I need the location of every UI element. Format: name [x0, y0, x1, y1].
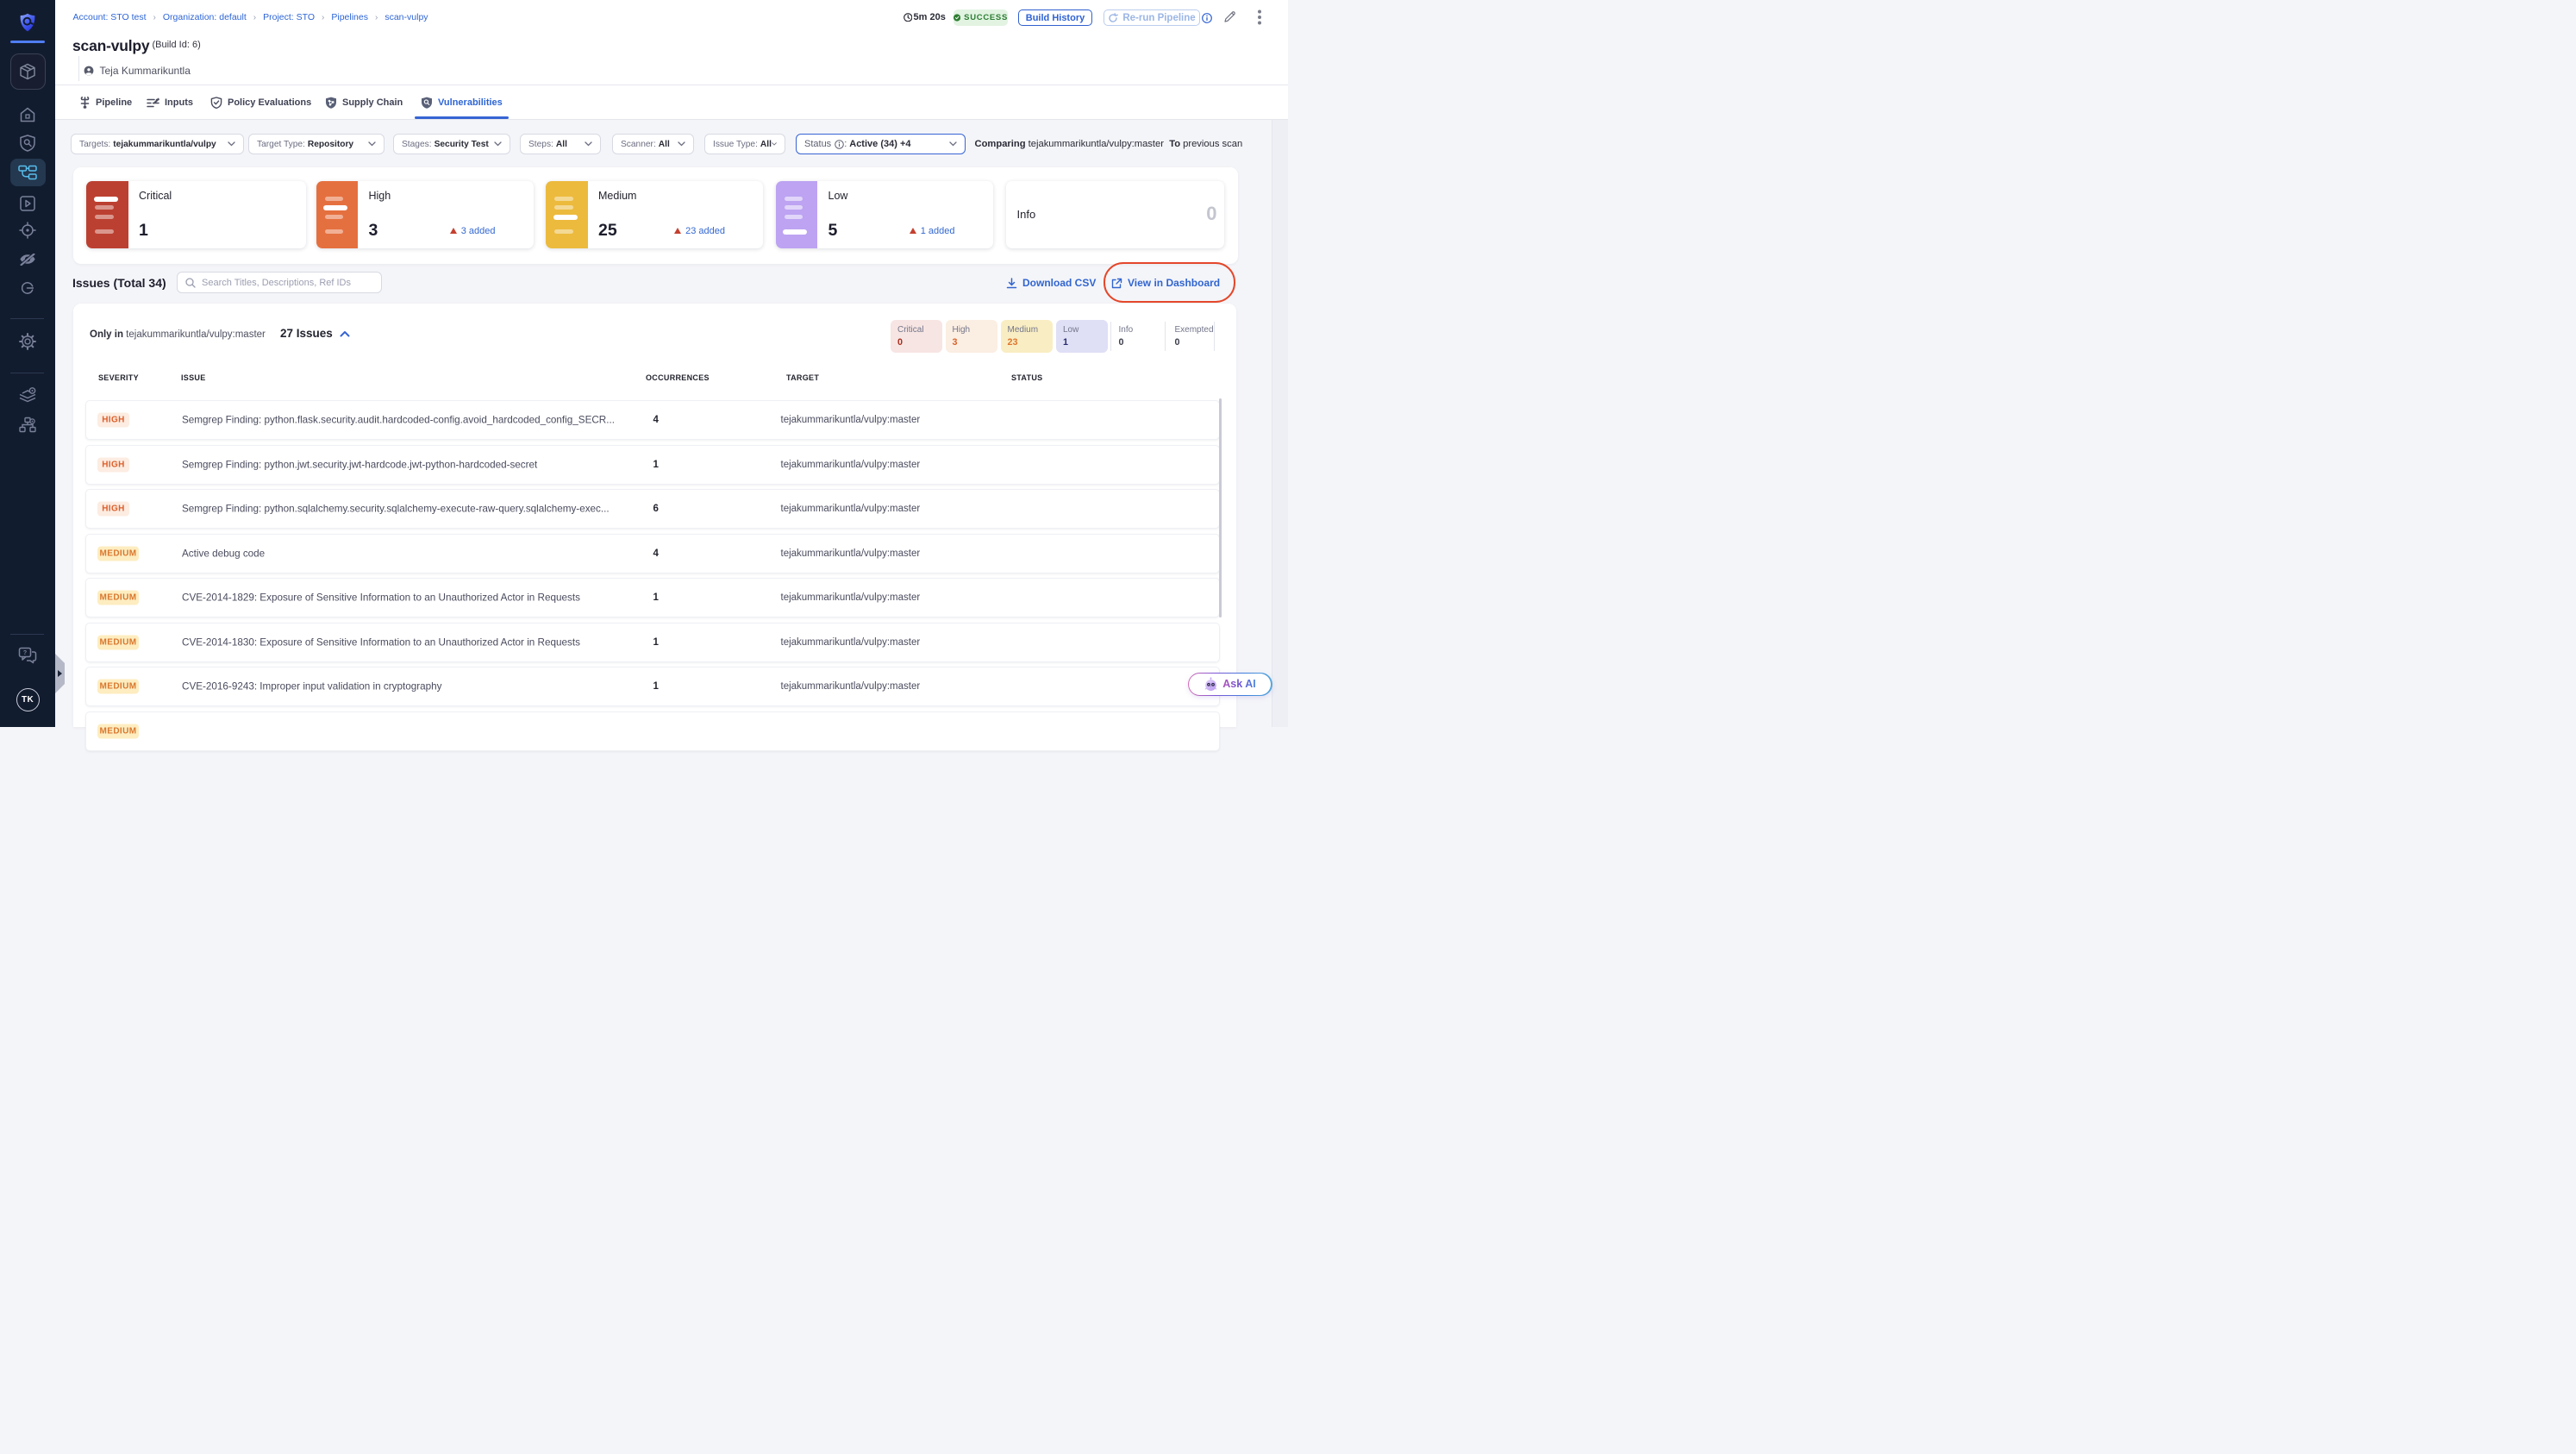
- svg-text:?: ?: [23, 650, 27, 656]
